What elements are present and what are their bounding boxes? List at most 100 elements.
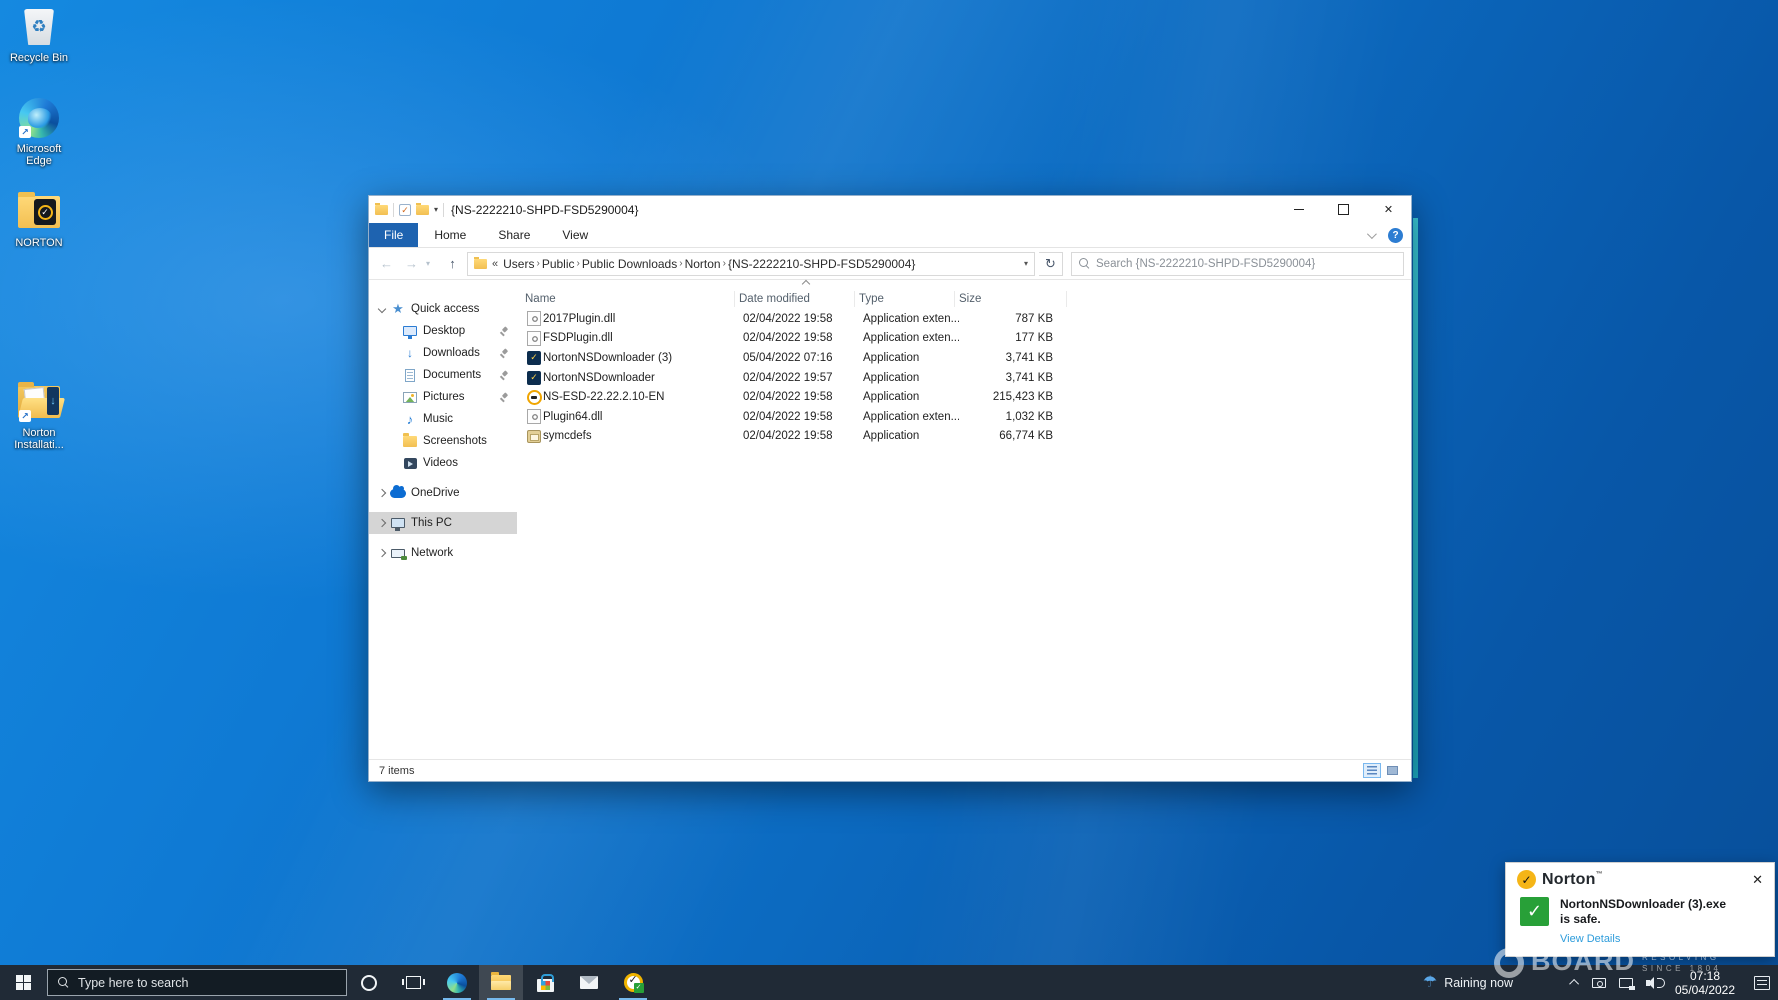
breadcrumb-item[interactable]: Public Downloads — [582, 257, 677, 271]
desktop-icon-recycle-bin[interactable]: ♻ Recycle Bin — [6, 5, 72, 64]
sidebar-item-this-pc[interactable]: This PC — [369, 512, 517, 534]
breadcrumb-separator-icon[interactable]: › — [721, 258, 728, 269]
sidebar-item-documents[interactable]: Documents — [369, 364, 521, 386]
sidebar-item-quick-access[interactable]: ★Quick access — [369, 298, 521, 320]
address-bar[interactable]: « Users›Public›Public Downloads›Norton›{… — [467, 252, 1035, 276]
show-hidden-icons-chevron[interactable] — [1569, 979, 1579, 989]
desktop-icon-norton-folder[interactable]: ✓ NORTON — [6, 190, 72, 249]
column-header-size[interactable]: Size — [955, 291, 1067, 307]
tab-view[interactable]: View — [546, 223, 604, 247]
chevron-right-icon[interactable] — [375, 490, 389, 496]
microsoft-store-icon — [537, 979, 554, 992]
separator — [443, 203, 444, 217]
details-view-button[interactable] — [1363, 763, 1381, 778]
maximize-button[interactable] — [1321, 196, 1366, 223]
taskbar-norton-button[interactable] — [611, 965, 655, 1000]
breadcrumb-separator-icon[interactable]: › — [575, 258, 582, 269]
file-row[interactable]: NS-ESD-22.22.2.10-EN02/04/2022 19:58Appl… — [521, 387, 1411, 407]
taskbar-weather-button[interactable]: ☂ Raining now — [1423, 975, 1513, 991]
explorer-search-box[interactable]: Search {NS-2222210-SHPD-FSD5290004} — [1071, 252, 1404, 276]
action-center-icon[interactable] — [1754, 976, 1770, 990]
breadcrumb-separator-icon[interactable]: › — [534, 258, 541, 269]
chevron-right-icon[interactable] — [375, 550, 389, 556]
view-details-link[interactable]: View Details — [1560, 933, 1726, 945]
sidebar-item-videos[interactable]: Videos — [369, 452, 521, 474]
window-folder-icon — [375, 205, 388, 215]
file-size: 66,774 KB — [959, 430, 1053, 442]
address-dropdown-icon[interactable]: ▾ — [1024, 259, 1028, 268]
start-button[interactable] — [0, 965, 47, 1000]
forward-button[interactable]: → — [401, 253, 422, 274]
taskbar-search-input[interactable]: Type here to search — [47, 969, 347, 996]
column-header-type[interactable]: Type — [855, 291, 955, 307]
large-icons-view-button[interactable] — [1383, 763, 1401, 778]
chevron-down-icon[interactable] — [375, 306, 389, 312]
refresh-button[interactable]: ↻ — [1039, 252, 1063, 276]
network-tray-icon[interactable] — [1619, 978, 1633, 988]
file-row[interactable]: FSDPlugin.dll02/04/2022 19:58Application… — [521, 329, 1411, 349]
safe-check-icon — [1520, 897, 1549, 926]
norton-notification: Norton™ ✕ NortonNSDownloader (3).exe is … — [1505, 862, 1775, 957]
file-row[interactable]: Plugin64.dll02/04/2022 19:58Application … — [521, 407, 1411, 427]
breadcrumb-overflow[interactable]: « — [492, 258, 498, 270]
notification-close-icon[interactable]: ✕ — [1750, 872, 1765, 888]
desktop-icon — [401, 326, 419, 336]
taskbar-task-view-button[interactable] — [391, 965, 435, 1000]
tab-share[interactable]: Share — [482, 223, 546, 247]
sidebar-item-pictures[interactable]: Pictures — [369, 386, 521, 408]
desktop-icon-norton-installation[interactable]: ↓ ↗ Norton Installati... — [6, 380, 72, 451]
file-row[interactable]: 2017Plugin.dll02/04/2022 19:58Applicatio… — [521, 309, 1411, 329]
file-size: 3,741 KB — [959, 352, 1053, 364]
column-header-date-modified[interactable]: Date modified — [735, 291, 855, 307]
file-type-dll-icon — [525, 409, 543, 424]
taskbar-edge-button[interactable] — [435, 965, 479, 1000]
sidebar-item-screenshots[interactable]: Screenshots — [369, 430, 521, 452]
chevron-right-icon[interactable] — [375, 520, 389, 526]
breadcrumb-separator-icon[interactable]: › — [677, 258, 684, 269]
sidebar-item-desktop[interactable]: Desktop — [369, 320, 521, 342]
new-folder-qat-icon[interactable] — [416, 205, 429, 215]
recent-locations-icon[interactable]: ▾ — [426, 259, 438, 268]
volume-tray-icon[interactable] — [1646, 977, 1660, 989]
breadcrumb-item[interactable]: Public — [542, 257, 575, 271]
close-button[interactable] — [1366, 196, 1411, 223]
tab-file[interactable]: File — [369, 223, 418, 247]
file-type: Application exten... — [859, 313, 959, 325]
taskbar-mail-button[interactable] — [567, 965, 611, 1000]
expand-ribbon-icon[interactable] — [1367, 229, 1377, 239]
file-type-norton-esd-icon — [525, 390, 543, 405]
sidebar-item-music[interactable]: ♪Music — [369, 408, 521, 430]
file-list-pane: Name Date modified Type Size 2017Plugin.… — [521, 280, 1411, 759]
norton-brand: Norton™ — [1542, 871, 1603, 889]
file-row[interactable]: NortonNSDownloader02/04/2022 19:57Applic… — [521, 368, 1411, 388]
column-header-name[interactable]: Name — [521, 291, 735, 307]
display-tray-icon[interactable] — [1592, 978, 1606, 988]
file-row[interactable]: NortonNSDownloader (3)05/04/2022 07:16Ap… — [521, 348, 1411, 368]
minimize-button[interactable] — [1276, 196, 1321, 223]
weather-text: Raining now — [1444, 976, 1513, 990]
back-button[interactable]: ← — [376, 253, 397, 274]
help-icon[interactable]: ? — [1388, 228, 1403, 243]
taskbar-file-explorer-button[interactable] — [479, 965, 523, 1000]
taskbar-cortana-button[interactable] — [347, 965, 391, 1000]
taskbar-clock[interactable]: 07:18 05/04/2022 — [1673, 969, 1737, 997]
sidebar-item-onedrive[interactable]: OneDrive — [369, 482, 521, 504]
umbrella-icon: ☂ — [1423, 975, 1437, 991]
breadcrumb-item[interactable]: Norton — [685, 257, 721, 271]
sidebar-item-network[interactable]: Network — [369, 542, 521, 564]
mail-icon — [580, 976, 598, 989]
desktop-icon-microsoft-edge[interactable]: ↗ Microsoft Edge — [6, 96, 72, 167]
breadcrumb-item[interactable]: Users — [503, 257, 534, 271]
sidebar-item-label: Videos — [423, 457, 458, 469]
taskbar-store-button[interactable] — [523, 965, 567, 1000]
tab-home[interactable]: Home — [418, 223, 482, 247]
file-row[interactable]: symcdefs02/04/2022 19:58Application66,77… — [521, 427, 1411, 447]
title-bar[interactable]: ✓ ▾ {NS-2222210-SHPD-FSD5290004} — [369, 196, 1411, 223]
qat-customize-arrow-icon[interactable]: ▾ — [434, 205, 438, 214]
sidebar-item-label: Documents — [423, 369, 481, 381]
up-button[interactable]: ↑ — [442, 253, 463, 274]
window-title: {NS-2222210-SHPD-FSD5290004} — [451, 203, 638, 217]
sidebar-item-downloads[interactable]: ↓Downloads — [369, 342, 521, 364]
properties-qat-icon[interactable]: ✓ — [399, 204, 411, 216]
breadcrumb-item[interactable]: {NS-2222210-SHPD-FSD5290004} — [728, 257, 915, 271]
